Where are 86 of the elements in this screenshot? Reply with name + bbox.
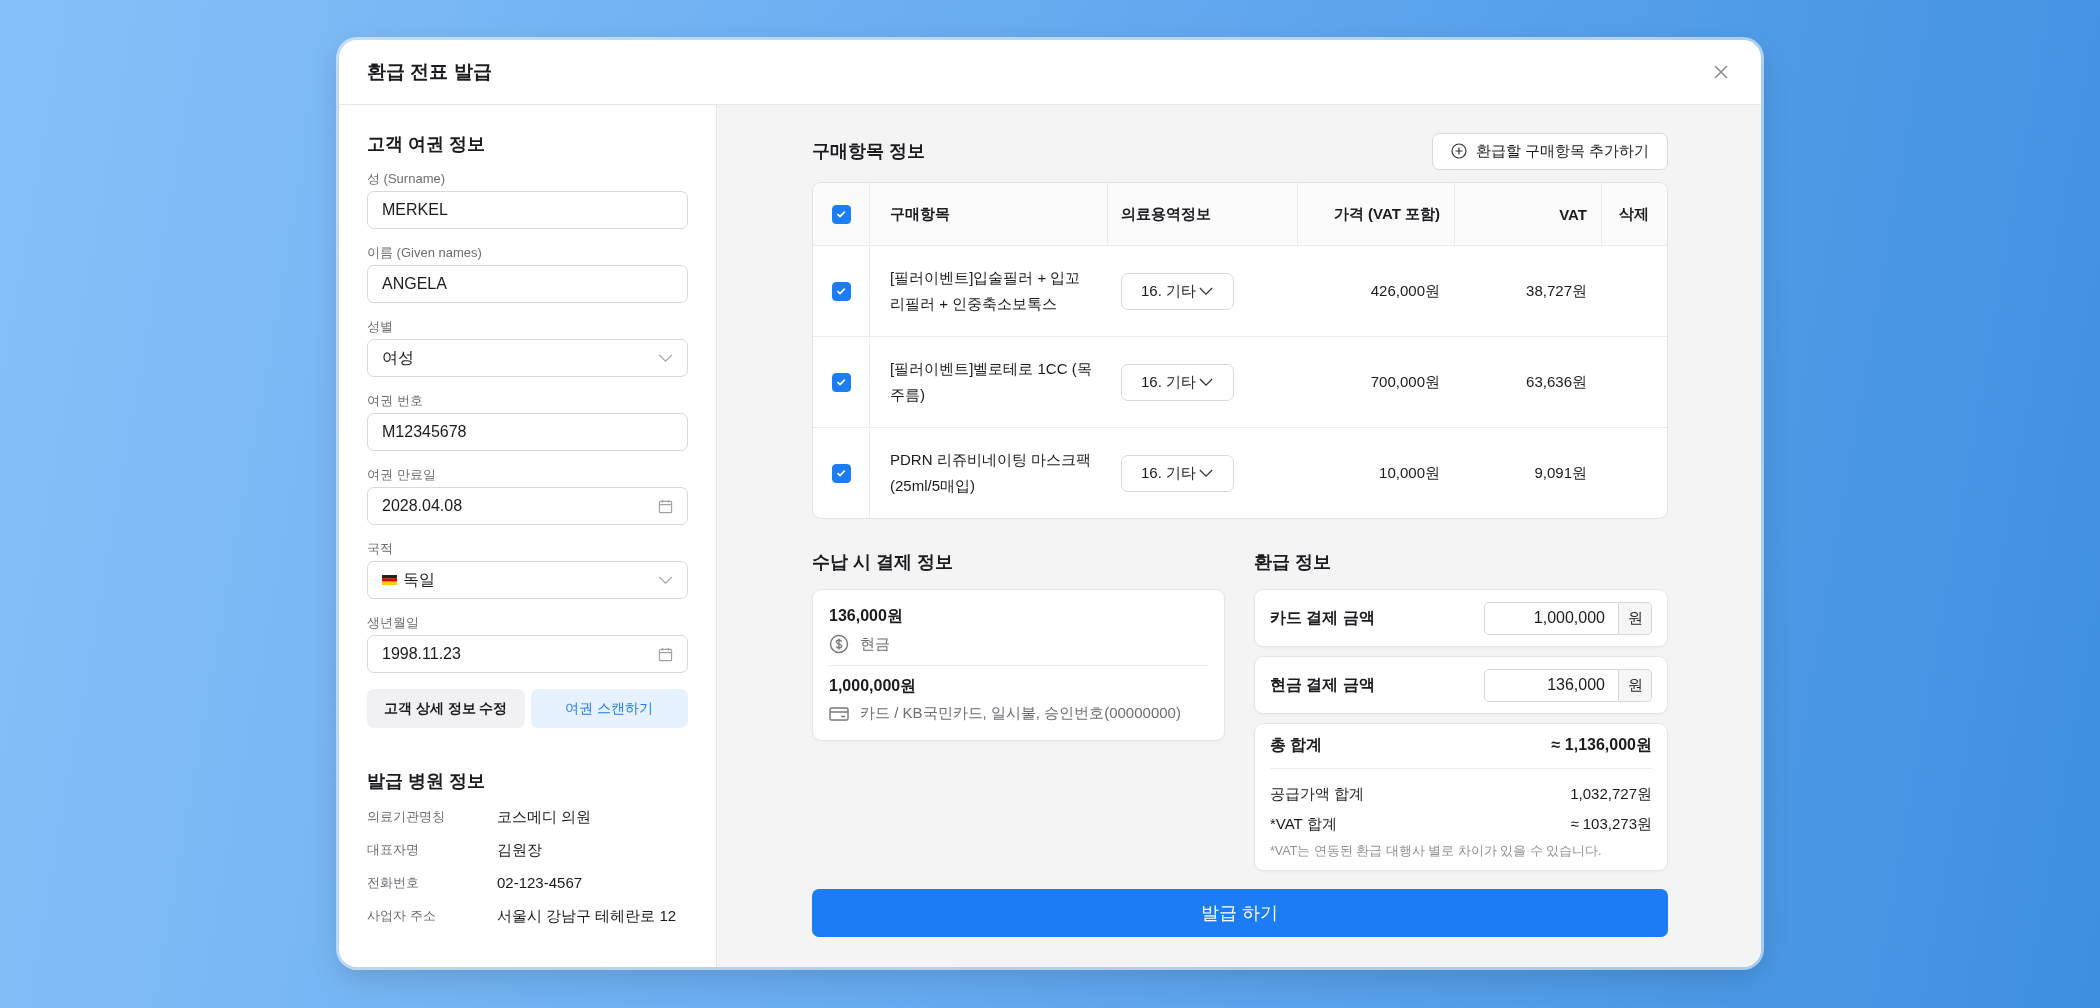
chevron-down-icon (658, 575, 673, 585)
info-value: 02-123-4567 (497, 873, 583, 893)
amount-input[interactable]: 136,000 (1484, 668, 1619, 702)
info-label: 사업자 주소 (367, 907, 437, 925)
check-icon (835, 208, 847, 220)
plus-circle-icon (1450, 143, 1467, 159)
chevron-down-icon (1199, 468, 1213, 478)
add-item-button[interactable]: 환급할 구매항목 추가하기 (1431, 132, 1668, 170)
checkbox[interactable] (831, 204, 851, 224)
input-field[interactable]: ANGELA (367, 265, 688, 303)
checkbox[interactable] (831, 463, 851, 483)
vat-cell: 38,727원 (1526, 281, 1587, 301)
item-name: PDRN 리쥬비네이팅 마스크팩 (25ml/5매입) (890, 450, 1092, 496)
price-cell: 426,000원 (1370, 281, 1440, 301)
chevron-down-icon (1199, 377, 1213, 387)
calendar-icon (658, 646, 673, 662)
select-field[interactable]: 독일 (367, 561, 688, 599)
window-title: 환급 전표 발급 (367, 60, 492, 84)
price-cell: 10,000원 (1379, 463, 1440, 483)
action-button[interactable]: 고객 상세 정보 수정 (367, 689, 525, 728)
section-title: 환급 정보 (1254, 551, 1332, 574)
field-label: 이름 (Given names) (367, 245, 483, 261)
field-label: 국적 (367, 541, 394, 557)
summary-value: 1,032,727원 (1570, 784, 1652, 804)
item-name: [필러이벤트]입술필러 + 입꼬리필러 + 인중축소보톡스 (890, 268, 1082, 314)
field-label: 여권 만료일 (367, 467, 437, 483)
close-icon[interactable] (1713, 64, 1729, 80)
payment-detail: 카드 / KB국민카드, 일시불, 승인번호(00000000) (860, 704, 1181, 723)
info-value: 김원장 (497, 840, 542, 860)
unit-label: 원 (1619, 668, 1652, 702)
service-select[interactable]: 16. 기타 (1121, 363, 1234, 401)
payment-amount: 1,000,000원 (829, 676, 918, 696)
price-cell: 700,000원 (1370, 372, 1440, 392)
card-icon (829, 705, 849, 722)
item-name: [필러이벤트]벨로테로 1CC (목주름) (890, 359, 1093, 405)
input-field[interactable]: M12345678 (367, 413, 688, 451)
field-label: 생년월일 (367, 615, 420, 631)
select-field[interactable]: 여성 (367, 339, 688, 377)
flag-icon (382, 575, 397, 585)
payment-detail: 현금 (860, 634, 890, 654)
check-icon (835, 467, 847, 479)
note-text: *VAT는 연동된 환급 대행사 별로 차이가 있을 수 있습니다. (1270, 843, 1603, 860)
column-header: 의료용역정보 (1121, 204, 1211, 224)
section-title: 구매항목 정보 (812, 140, 925, 163)
info-label: 의료기관명칭 (367, 808, 446, 826)
date-field[interactable]: 1998.11.23 (367, 635, 688, 673)
total-label: 총 합계 (1270, 735, 1323, 755)
check-icon (835, 285, 847, 297)
vat-cell: 63,636원 (1526, 372, 1587, 392)
summary-label: 공급가액 합계 (1270, 784, 1365, 804)
column-header: 삭제 (1619, 204, 1649, 224)
info-value: 서울시 강남구 테헤란로 12 (497, 906, 677, 926)
check-icon (835, 376, 847, 388)
dollar-icon (829, 634, 849, 654)
field-label: 성 (Surname) (367, 171, 447, 187)
section-title: 고객 여권 정보 (367, 133, 486, 156)
info-label: 대표자명 (367, 841, 420, 859)
checkbox[interactable] (831, 281, 851, 301)
section-title: 수납 시 결제 정보 (812, 551, 954, 574)
summary-value: ≈ 103,273원 (1570, 814, 1652, 834)
chevron-down-icon (658, 353, 673, 363)
amount-label: 카드 결제 금액 (1270, 607, 1375, 628)
issue-button[interactable]: 발급 하기 (812, 889, 1668, 937)
action-button[interactable]: 여권 스캔하기 (530, 689, 688, 728)
column-header: 구매항목 (890, 204, 950, 224)
unit-label: 원 (1619, 601, 1652, 635)
chevron-down-icon (1199, 286, 1213, 296)
column-header: 가격 (VAT 포함) (1333, 204, 1440, 224)
amount-input[interactable]: 1,000,000 (1484, 601, 1619, 635)
amount-label: 현금 결제 금액 (1270, 674, 1375, 695)
field-label: 여권 번호 (367, 393, 424, 409)
date-field[interactable]: 2028.04.08 (367, 487, 688, 525)
input-field[interactable]: MERKEL (367, 191, 688, 229)
service-select[interactable]: 16. 기타 (1121, 454, 1234, 492)
column-header: VAT (1559, 205, 1587, 223)
service-select[interactable]: 16. 기타 (1121, 272, 1234, 310)
field-label: 성별 (367, 319, 394, 335)
payment-amount: 136,000원 (829, 606, 904, 626)
checkbox[interactable] (831, 372, 851, 392)
info-value: 코스메디 의원 (497, 807, 592, 827)
info-label: 전화번호 (367, 874, 420, 892)
section-title: 발급 병원 정보 (367, 770, 486, 793)
summary-label: *VAT 합계 (1270, 814, 1337, 834)
total-value: ≈ 1,136,000원 (1551, 735, 1652, 755)
calendar-icon (658, 498, 673, 514)
vat-cell: 9,091원 (1534, 463, 1587, 483)
